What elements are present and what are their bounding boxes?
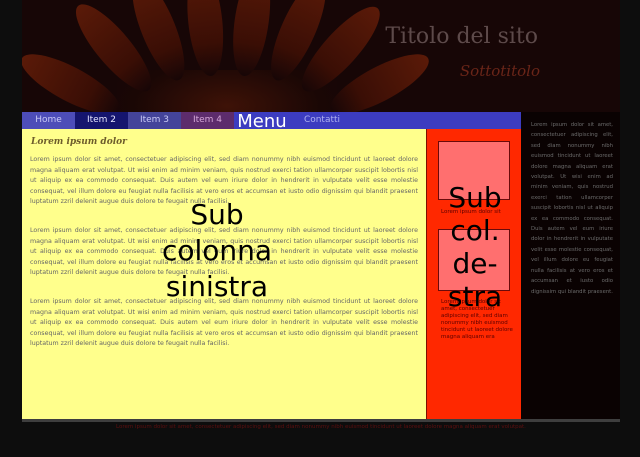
page: Titolo del sito Sottotitolo Home Item 2 … <box>0 0 640 457</box>
footer-text: Lorem ipsum dolor sit amet, consectetuer… <box>116 424 526 430</box>
flower-petal <box>182 0 228 78</box>
site-subtitle: Sottotitolo <box>459 62 540 80</box>
main-content: Lorem ipsum dolor Lorem ipsum dolor sit … <box>22 129 426 419</box>
nav-item-4[interactable]: Item 4 <box>181 112 234 129</box>
right-sidebar: Lorem ipsum dolor sit amet, consectetuer… <box>521 112 620 419</box>
nav-item-contatti[interactable]: Contatti <box>290 112 354 129</box>
site-title: Titolo del sito <box>385 24 538 49</box>
nav-item-3[interactable]: Item 3 <box>128 112 181 129</box>
right-subcolumn-label: Sub col. de- stra <box>447 181 503 313</box>
nav-item-home[interactable]: Home <box>22 112 75 129</box>
main-nav: Home Item 2 Item 3 Item 4 Menu Contatti <box>22 112 521 131</box>
header: Titolo del sito Sottotitolo <box>22 0 620 112</box>
right-subcolumn: Lorem ipsum dolor sit Lorem ipsum dolor … <box>426 129 521 419</box>
column-divider <box>426 129 427 419</box>
sidebar-text: Lorem ipsum dolor sit amet, consectetuer… <box>531 122 613 295</box>
nav-item-2[interactable]: Item 2 <box>75 112 128 129</box>
left-subcolumn-label: Sub colonna sinistra <box>161 198 273 303</box>
flower-petal <box>227 0 277 79</box>
nav-menu-label: Menu <box>234 112 290 131</box>
content-heading: Lorem ipsum dolor <box>31 137 127 147</box>
